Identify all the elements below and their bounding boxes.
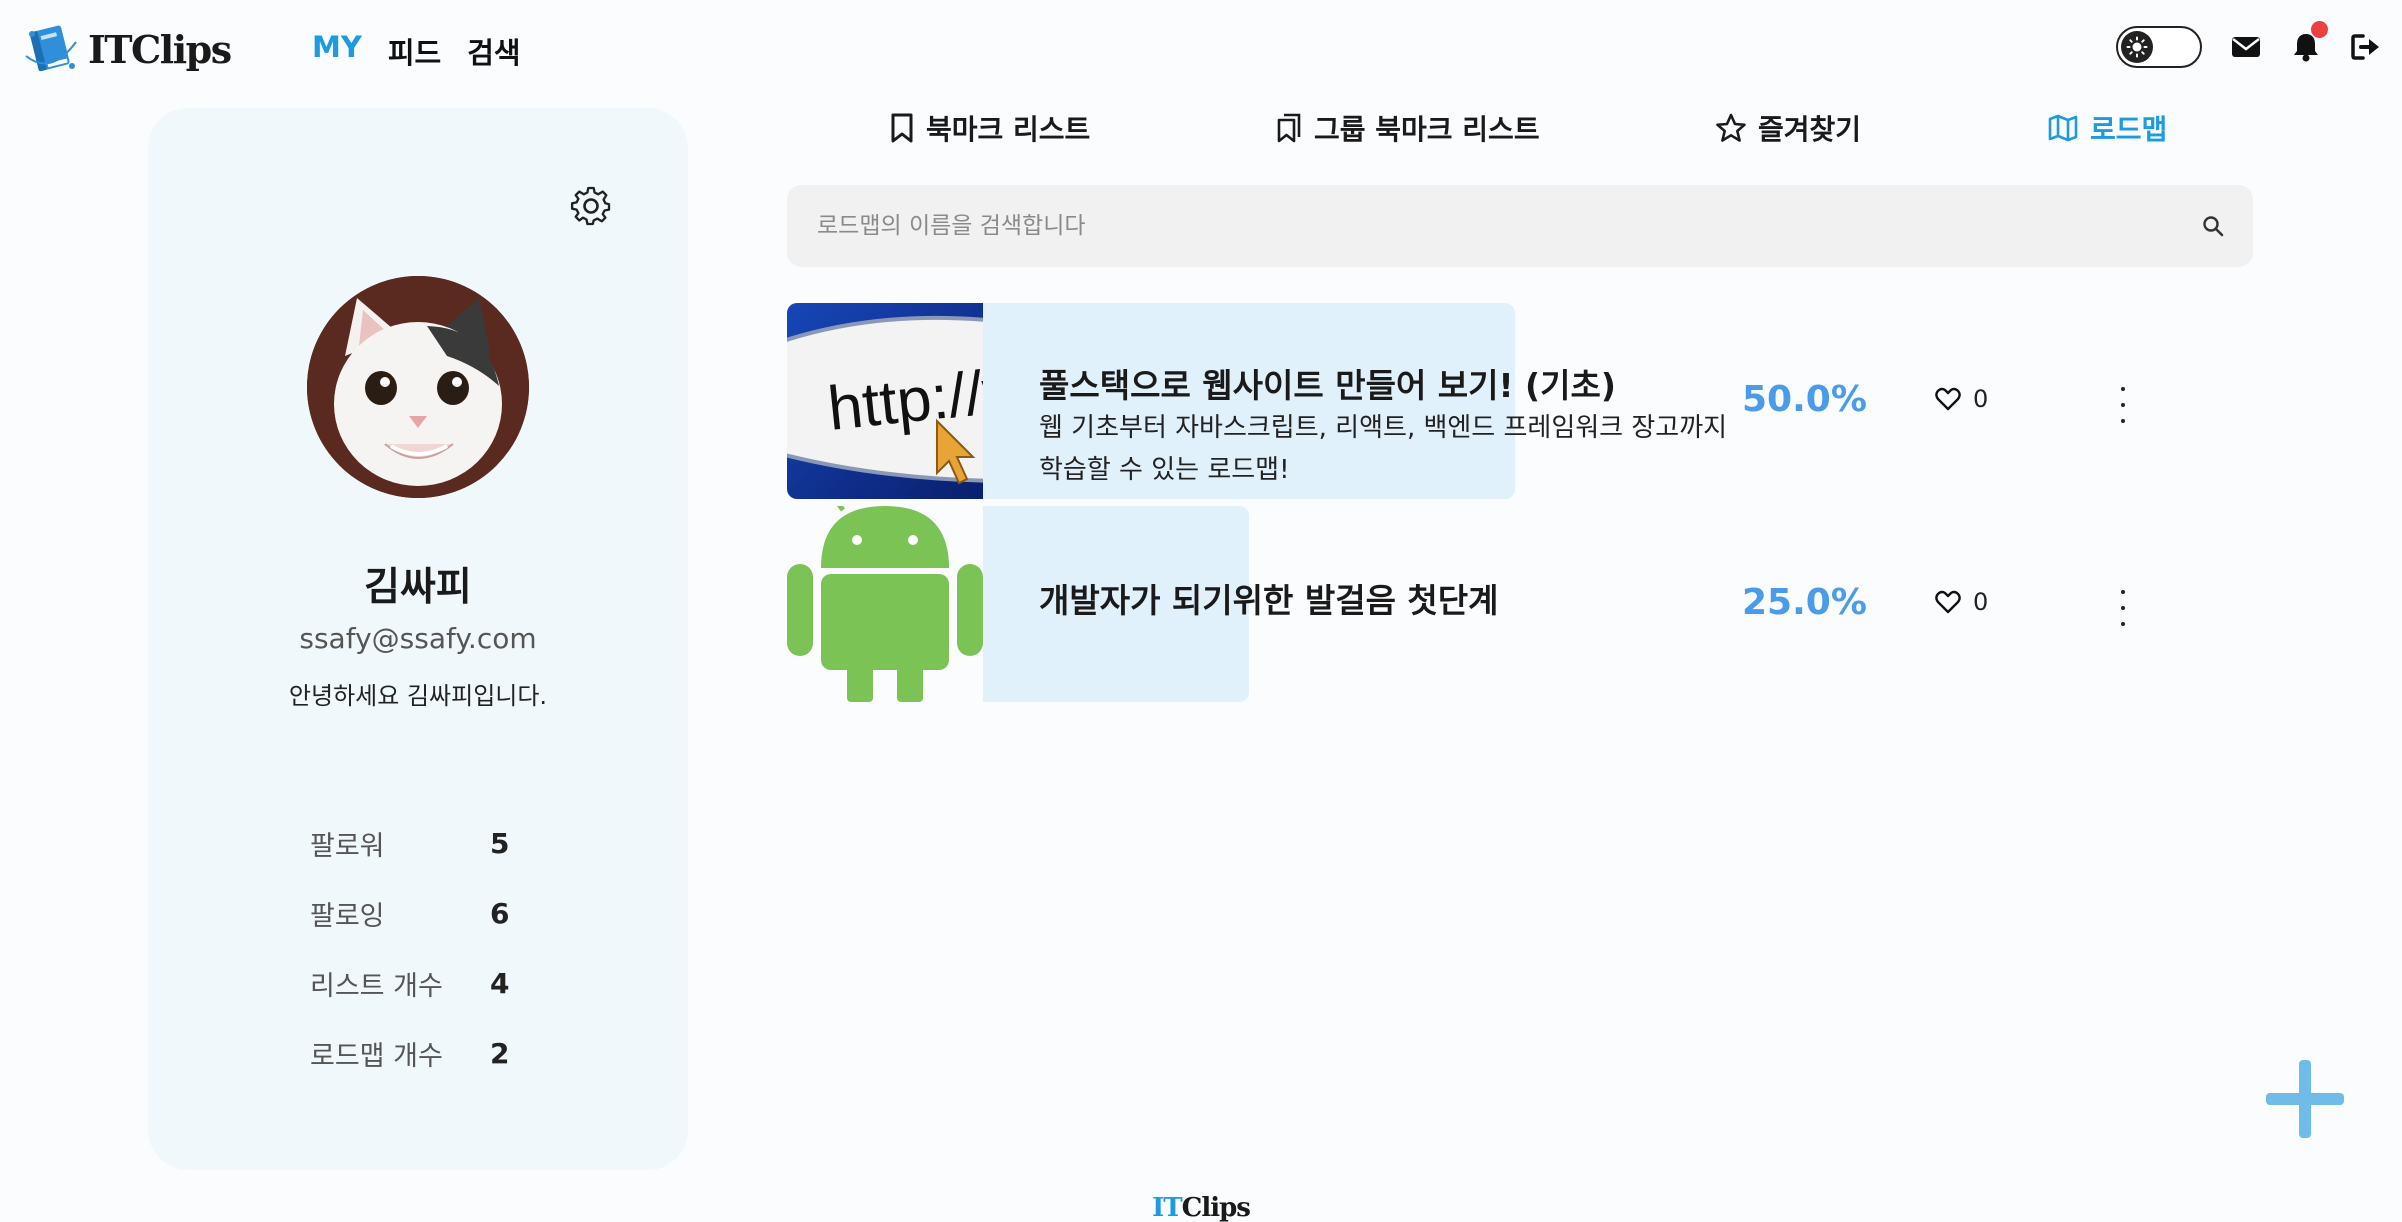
search-button[interactable] [2173,185,2253,267]
content-tabs: 북마크 리스트 그룹 북마크 리스트 즐겨찾기 로드맵 [0,108,2402,148]
stat-value: 5 [490,826,510,860]
stat-label: 팔로워 [310,830,385,862]
app-logo[interactable]: ITClips [22,20,232,78]
stat-label: 리스트 개수 [310,970,443,1002]
footer-logo-rest: Clips [1181,1193,1251,1222]
like-button[interactable]: 0 [1935,588,1988,616]
stat-value: 4 [490,966,510,1000]
like-count: 0 [1973,385,1989,413]
roadmap-progress-percent: 25.0% [1742,582,1867,623]
footer-logo-it: IT [1152,1193,1182,1222]
tab-label: 북마크 리스트 [926,113,1091,146]
heart-icon [1935,590,1961,614]
like-button[interactable]: 0 [1935,385,1988,413]
stat-roadmap-count: 로드맵 개수 2 [310,1018,509,1088]
cat-avatar-image [307,276,529,498]
avatar [307,276,529,498]
http-url-image: http://ww [787,303,983,499]
profile-name: 김싸피 [364,565,472,610]
star-icon [1716,113,1746,142]
tab-favorites[interactable]: 즐겨찾기 [1716,108,1861,148]
roadmap-progress-percent: 50.0% [1742,379,1867,420]
like-count: 0 [1973,588,1989,616]
header-actions [2116,21,2382,68]
stat-value: 2 [490,1036,510,1070]
more-options-icon[interactable] [2113,387,2133,423]
profile-email: ssafy@ssafy.com [299,622,537,655]
tab-label: 그룹 북마크 리스트 [1314,113,1540,146]
notification-dot [2311,21,2328,38]
settings-gear-icon[interactable] [569,184,613,228]
map-icon [2048,114,2078,142]
roadmap-description: 웹 기초부터 자바스크립트, 리액트, 백엔드 프레임워크 장고까지 학습할 수… [1039,413,1728,485]
book-logo-icon [25,25,77,72]
nav-item-my[interactable]: MY [312,30,362,72]
roadmap-title: 개발자가 되기위한 발걸음 첫단계 [1039,581,1499,620]
profile-card: 김싸피 ssafy@ssafy.com 안녕하세요 김싸피입니다. 팔로워 5 … [148,108,688,1170]
profile-stats: 팔로워 5 팔로잉 6 리스트 개수 4 로드맵 개수 2 [310,808,509,1088]
stat-value: 6 [490,896,510,930]
stat-label: 로드맵 개수 [310,1040,443,1072]
roadmap-thumbnail: http://ww [787,303,983,499]
logout-icon[interactable] [2350,31,2382,63]
android-robot-image [787,506,983,702]
roadmap-title: 풀스택으로 웹사이트 만들어 보기! (기초) [1039,366,1616,405]
logo-text: ITClips [88,26,232,72]
bookmark-icon [891,113,913,143]
group-bookmark-icon [1277,113,1301,143]
mail-icon[interactable] [2230,31,2262,63]
roadmap-search-input[interactable] [787,185,2173,267]
roadmap-thumbnail [787,506,983,702]
profile-bio: 안녕하세요 김싸피입니다. [288,682,548,710]
tab-label: 즐겨찾기 [1758,113,1862,146]
theme-toggle[interactable] [2116,26,2202,68]
roadmap-search-bar [787,185,2253,267]
tab-label: 로드맵 [2090,113,2168,146]
more-options-icon[interactable] [2113,590,2133,626]
stat-list-count: 리스트 개수 4 [310,948,509,1018]
nav-item-feed[interactable]: 피드 [388,30,441,72]
search-icon [2203,216,2224,237]
nav-item-search[interactable]: 검색 [467,30,520,72]
tab-roadmap[interactable]: 로드맵 [2048,108,2167,148]
tab-group-bookmark-list[interactable]: 그룹 북마크 리스트 [1276,108,1540,148]
stat-followers[interactable]: 팔로워 5 [310,808,509,878]
roadmap-item[interactable]: 개발자가 되기위한 발걸음 첫단계 25.0% 0 [787,506,2253,702]
bell-icon[interactable] [2290,21,2328,63]
roadmap-item[interactable]: http://ww 풀스택으로 웹사이트 만들어 보기! (기초) 웹 기초부터… [787,303,2253,499]
add-roadmap-button[interactable] [2264,1058,2346,1140]
sun-icon [2121,31,2153,63]
tab-bookmark-list[interactable]: 북마크 리스트 [890,108,1090,148]
stat-label: 팔로잉 [310,900,385,932]
main-nav: MY 피드 검색 [312,30,521,72]
footer-logo: ITClips [0,1193,2402,1222]
heart-icon [1935,387,1961,411]
stat-following[interactable]: 팔로잉 6 [310,878,509,948]
